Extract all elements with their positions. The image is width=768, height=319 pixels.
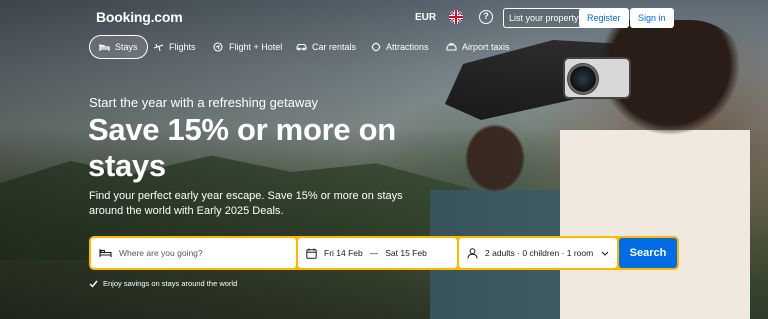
- search-button[interactable]: Search: [619, 238, 677, 268]
- list-property-button[interactable]: List your property: [503, 8, 585, 28]
- guests-summary: 2 adults · 0 children · 1 room: [485, 248, 594, 258]
- guests-field[interactable]: 2 adults · 0 children · 1 room: [459, 238, 617, 268]
- chevron-down-icon: [601, 251, 609, 256]
- dates-separator: —: [369, 248, 379, 258]
- tab-attractions-label: Attractions: [386, 42, 429, 52]
- savings-note: Enjoy savings on stays around the world: [89, 279, 237, 288]
- destination-field[interactable]: Where are you going?: [91, 238, 296, 268]
- calendar-icon: [306, 248, 317, 259]
- hero-headline: Save 15% or more on stays: [88, 112, 396, 183]
- dates-field[interactable]: Fri 14 Feb — Sat 15 Feb: [298, 238, 457, 268]
- tab-airport-taxis-label: Airport taxis: [462, 42, 510, 52]
- tab-car-rentals[interactable]: Car rentals: [296, 35, 356, 59]
- tab-flight-hotel[interactable]: Flight + Hotel: [213, 35, 282, 59]
- site-logo[interactable]: Booking.com: [96, 9, 183, 25]
- tab-stays-label: Stays: [115, 42, 138, 52]
- tab-flight-hotel-label: Flight + Hotel: [229, 42, 283, 52]
- tab-airport-taxis[interactable]: Airport taxis: [446, 35, 510, 59]
- check-in-date: Fri 14 Feb: [324, 248, 363, 258]
- uk-flag-icon[interactable]: [449, 10, 463, 24]
- checkmark-icon: [89, 280, 98, 288]
- sign-in-button[interactable]: Sign in: [630, 8, 674, 28]
- plane-icon: [153, 43, 164, 51]
- taxi-icon: [446, 42, 457, 51]
- bed-icon: [99, 43, 110, 51]
- hero-kicker: Start the year with a refreshing getaway: [89, 95, 319, 110]
- tab-stays[interactable]: Stays: [89, 35, 148, 59]
- tab-car-rentals-label: Car rentals: [312, 42, 357, 52]
- currency-selector[interactable]: EUR: [415, 12, 436, 23]
- hero-subtext: Find your perfect early year escape. Sav…: [89, 190, 403, 217]
- tab-flights[interactable]: Flights: [153, 35, 196, 59]
- attractions-icon: [371, 42, 381, 52]
- check-out-date: Sat 15 Feb: [385, 248, 427, 258]
- tab-flights-label: Flights: [169, 42, 196, 52]
- destination-placeholder: Where are you going?: [119, 248, 203, 258]
- search-bar: Where are you going? Fri 14 Feb — Sat 15…: [89, 236, 679, 270]
- person-icon: [467, 247, 478, 259]
- bed-icon: [99, 249, 112, 257]
- savings-note-text: Enjoy savings on stays around the world: [103, 279, 238, 288]
- register-button[interactable]: Register: [579, 8, 629, 28]
- tab-attractions[interactable]: Attractions: [371, 35, 429, 59]
- help-icon[interactable]: ?: [479, 10, 493, 24]
- car-icon: [296, 43, 307, 51]
- flight-hotel-icon: [213, 42, 223, 52]
